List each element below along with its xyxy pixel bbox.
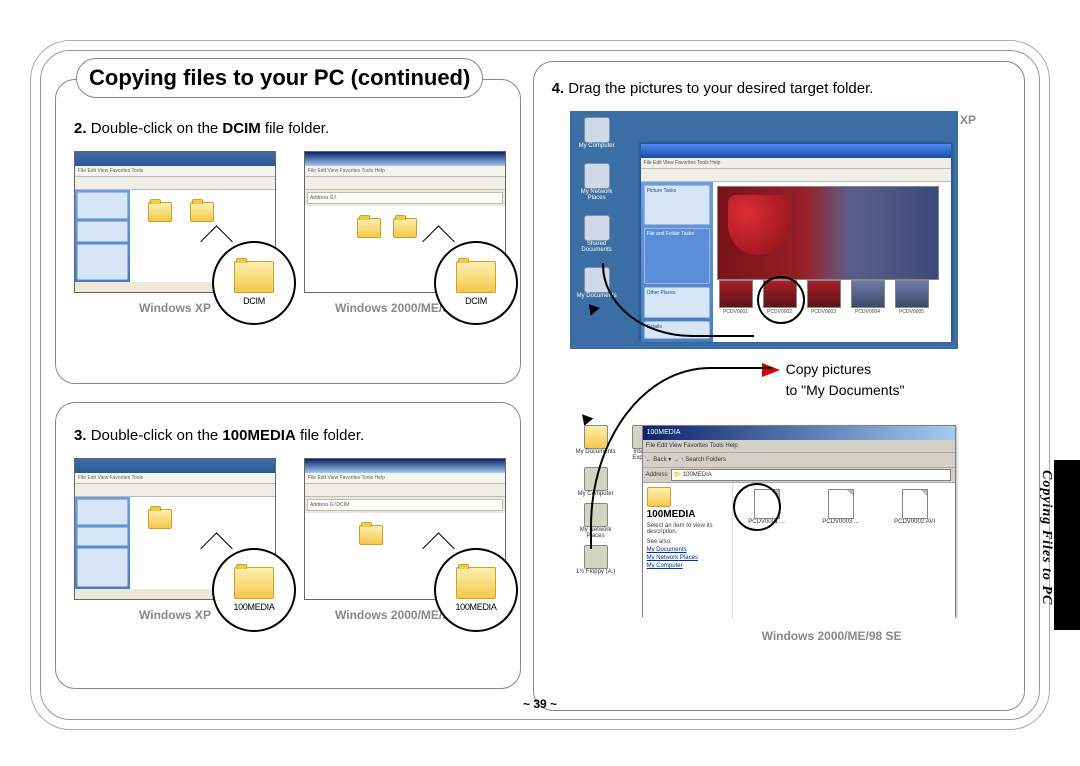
100media-callout-xp: 100MEDIA — [212, 548, 296, 632]
w2k-content: PCDV0001 ... PCDV0003 ... PCDV0002.AVI — [733, 483, 955, 619]
file-pcdv0002-avi: PCDV0002.AVI — [887, 489, 943, 525]
page-number: ~ 39 ~ — [41, 697, 1039, 711]
side-tab-label: Copying Files to PC — [1038, 470, 1054, 605]
section-title: Copying files to your PC (continued) — [76, 58, 483, 98]
w2k-explorer-window: 100MEDIA File Edit View Favorites Tools … — [642, 425, 956, 617]
w2k-addressbar: Address 📁 100MEDIA — [643, 468, 955, 483]
desktop-icon-shared-documents: Shared Documents — [576, 215, 618, 253]
sidepane-link: My Computer — [647, 563, 728, 569]
step-2-xp-column: File Edit View Favorites Tools — [74, 151, 276, 315]
sidepane-desc: Select an item to view its description. — [647, 523, 728, 535]
w2k-window-title: 100MEDIA — [643, 426, 955, 440]
os-label-xp: Windows XP — [139, 301, 211, 315]
sidepane-link: My Documents — [647, 547, 728, 553]
sidepane-link: My Network Places — [647, 555, 728, 561]
callout-label: 100MEDIA — [233, 602, 274, 612]
callout-label: 100MEDIA — [455, 602, 496, 612]
step-3-text: 3. Double-click on the 100MEDIA file fol… — [74, 427, 502, 444]
copy-line-1: Copy pictures — [786, 361, 872, 377]
step-4-panel: 4. Drag the pictures to your desired tar… — [533, 61, 1025, 711]
step-2-text: 2. Double-click on the DCIM file folder. — [74, 120, 502, 137]
sidepane-title: 100MEDIA — [647, 509, 728, 520]
desktop-icon-my-computer: My Computer — [574, 467, 618, 497]
step-3-panel: 3. Double-click on the 100MEDIA file fol… — [55, 402, 521, 689]
right-column: 4. Drag the pictures to your desired tar… — [521, 61, 1025, 689]
desktop-icon-my-documents: My Documents — [574, 425, 618, 461]
step-2-bold: DCIM — [222, 120, 260, 137]
two-column-layout: Copying files to your PC (continued) 2. … — [41, 51, 1039, 719]
folder-icon — [234, 261, 274, 293]
callout-label: DCIM — [243, 296, 265, 306]
step-3-xp-column: File Edit View Favorites Tools — [74, 458, 276, 622]
os-label-w2k-right: Windows 2000/ME/98 SE — [762, 629, 1006, 643]
folder-icon — [456, 567, 496, 599]
desktop-icon-network-places: My Network Places — [576, 163, 618, 201]
w2k-toolbar: ← Back ▾ → ↑ Search Folders — [643, 453, 955, 468]
step-3-pre: Double-click on the — [91, 427, 223, 444]
callout-label: DCIM — [465, 296, 487, 306]
left-column: Copying files to your PC (continued) 2. … — [55, 61, 521, 689]
step-4-number: 4. — [552, 80, 565, 97]
red-arrow-icon — [762, 363, 780, 377]
step-2-screenshot-row: File Edit View Favorites Tools — [74, 151, 502, 315]
desktop-icon-my-computer: My Computer — [576, 117, 618, 149]
xp-area: Windows XP My Computer My Network Places… — [552, 111, 1006, 349]
desktop-icon-floppy: 1½ Floppy (A:) — [574, 545, 618, 575]
step-2-panel: Copying files to your PC (continued) 2. … — [55, 79, 521, 384]
desktop-icon-network-places: My Network Places — [574, 503, 618, 539]
step-4-text: 4. Drag the pictures to your desired tar… — [552, 80, 1006, 97]
step-3-bold: 100MEDIA — [222, 427, 295, 444]
folder-icon — [456, 261, 496, 293]
selection-circle-icon — [757, 276, 805, 324]
copy-instruction: Copy pictures to "My Documents" — [762, 359, 1006, 401]
arrowhead-icon — [584, 300, 600, 315]
drag-arrow-curve-icon — [602, 263, 754, 337]
step-3-screenshot-row: File Edit View Favorites Tools — [74, 458, 502, 622]
dcim-callout-xp: DCIM — [212, 241, 296, 325]
step-3-post: file folder. — [296, 427, 364, 444]
selection-circle-icon — [733, 483, 781, 531]
step-2-number: 2. — [74, 120, 87, 137]
folder-icon — [234, 567, 274, 599]
address-label: Address — [646, 468, 668, 482]
file-pcdv0003: PCDV0003 ... — [813, 489, 869, 525]
w2k-area: My Documents Internet Explorer My Comput… — [552, 421, 1006, 643]
100media-callout-w2k: 100MEDIA — [434, 548, 518, 632]
step-2-post: file folder. — [261, 120, 329, 137]
step-2-w2k-column: File Edit View Favorites Tools Help Addr… — [304, 151, 506, 315]
xp-desktop-screenshot: My Computer My Network Places Shared Doc… — [570, 111, 958, 349]
step-2-pre: Double-click on the — [91, 120, 223, 137]
side-tab-black — [1054, 460, 1080, 630]
step-4-body: Drag the pictures to your desired target… — [568, 80, 873, 97]
dcim-callout-w2k: DCIM — [434, 241, 518, 325]
w2k-menubar: File Edit View Favorites Tools Help — [643, 440, 955, 453]
w2k-desktop-screenshot: My Documents Internet Explorer My Comput… — [570, 421, 958, 621]
address-field: 📁 100MEDIA — [671, 469, 951, 481]
w2k-sidepane: 100MEDIA Select an item to view its desc… — [643, 483, 733, 619]
copy-line-2: to "My Documents" — [786, 382, 905, 398]
step-3-number: 3. — [74, 427, 87, 444]
step-3-w2k-column: File Edit View Favorites Tools Help Addr… — [304, 458, 506, 622]
os-label-xp: Windows XP — [139, 608, 211, 622]
sidepane-seealso: See also: — [647, 539, 728, 545]
page-content: Copying files to your PC (continued) 2. … — [40, 50, 1040, 720]
